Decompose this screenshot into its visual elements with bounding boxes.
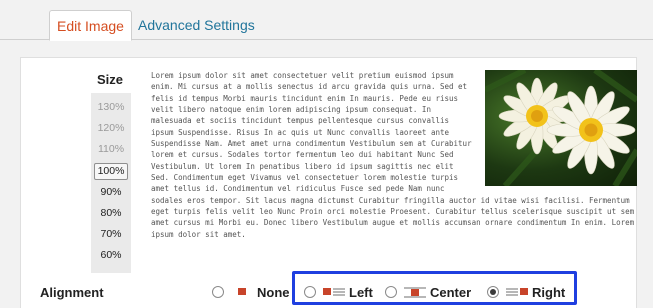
tab-edit-image[interactable]: Edit Image <box>49 10 132 41</box>
alignment-label: Alignment <box>40 285 104 300</box>
tab-advanced-settings[interactable]: Advanced Settings <box>131 10 262 41</box>
tab-bar: Edit Image Advanced Settings <box>0 0 653 41</box>
size-option-80[interactable]: 80% <box>94 205 128 222</box>
align-none-radio[interactable] <box>212 286 224 298</box>
align-none-icon <box>231 286 253 298</box>
align-option-none[interactable]: None <box>212 282 290 302</box>
flower-photo <box>485 70 637 186</box>
preview-area: Lorem ipsum dolor sit amet consectetuer … <box>151 70 637 272</box>
size-option-100[interactable]: 100% <box>94 163 128 180</box>
align-none-label: None <box>257 284 290 300</box>
size-option-90[interactable]: 90% <box>94 184 128 201</box>
size-option-130[interactable]: 130% <box>94 99 128 116</box>
size-option-110[interactable]: 110% <box>94 141 128 158</box>
alignment-highlight-box <box>292 271 577 305</box>
preview-image <box>485 70 637 186</box>
size-option-60[interactable]: 60% <box>94 247 128 264</box>
size-option-120[interactable]: 120% <box>94 120 128 137</box>
size-option-70[interactable]: 70% <box>94 226 128 243</box>
size-label: Size <box>97 72 124 87</box>
